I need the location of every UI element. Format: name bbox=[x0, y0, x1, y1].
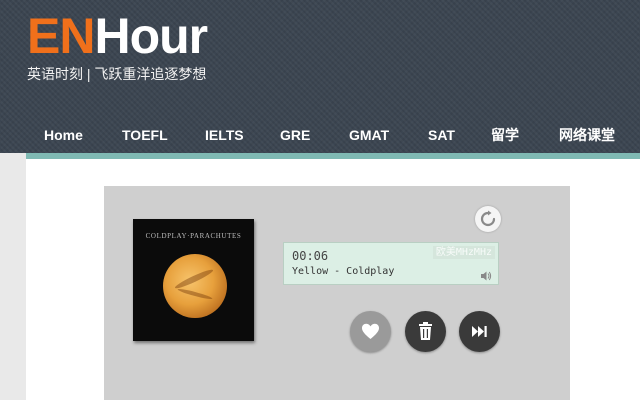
playback-time: 00:06 bbox=[292, 249, 329, 263]
site-header: ENHour 英语时刻 | 飞跃重洋追逐梦想 Home TOEFL IELTS … bbox=[0, 0, 640, 153]
skip-next-icon bbox=[472, 326, 487, 337]
site-tagline: 英语时刻 | 飞跃重洋追逐梦想 bbox=[27, 66, 207, 82]
main-nav: Home TOEFL IELTS GRE GMAT SAT 留学 网络课堂 bbox=[0, 118, 640, 152]
album-planet-art bbox=[163, 254, 227, 318]
logo-hour: Hour bbox=[94, 8, 208, 64]
logo-en: EN bbox=[27, 8, 95, 64]
nav-item-toefl[interactable]: TOEFL bbox=[122, 126, 168, 144]
next-button[interactable] bbox=[459, 311, 500, 352]
nav-item-gre[interactable]: GRE bbox=[280, 126, 310, 144]
nav-item-online-class[interactable]: 网络课堂 bbox=[559, 126, 615, 144]
album-cover: COLDPLAY·PARACHUTES bbox=[133, 219, 254, 341]
love-button[interactable] bbox=[350, 311, 391, 352]
nav-item-sat[interactable]: SAT bbox=[428, 126, 455, 144]
channel-label[interactable]: 欧美MHzMHz bbox=[432, 246, 495, 259]
player-display: 00:06 Yellow - Coldplay 欧美MHzMHz bbox=[283, 242, 499, 285]
nav-item-ielts[interactable]: IELTS bbox=[205, 126, 244, 144]
refresh-icon bbox=[480, 210, 496, 227]
volume-icon[interactable] bbox=[480, 270, 492, 282]
trash-button[interactable] bbox=[405, 311, 446, 352]
album-cover-text: COLDPLAY·PARACHUTES bbox=[145, 232, 242, 240]
refresh-button[interactable] bbox=[475, 206, 501, 232]
track-title: Yellow - Coldplay bbox=[292, 266, 395, 277]
nav-item-home[interactable]: Home bbox=[44, 126, 83, 144]
trash-icon bbox=[419, 322, 432, 340]
nav-item-study-abroad[interactable]: 留学 bbox=[491, 126, 519, 144]
nav-item-gmat[interactable]: GMAT bbox=[349, 126, 389, 144]
site-logo[interactable]: ENHour bbox=[27, 8, 208, 64]
heart-icon bbox=[362, 323, 379, 339]
